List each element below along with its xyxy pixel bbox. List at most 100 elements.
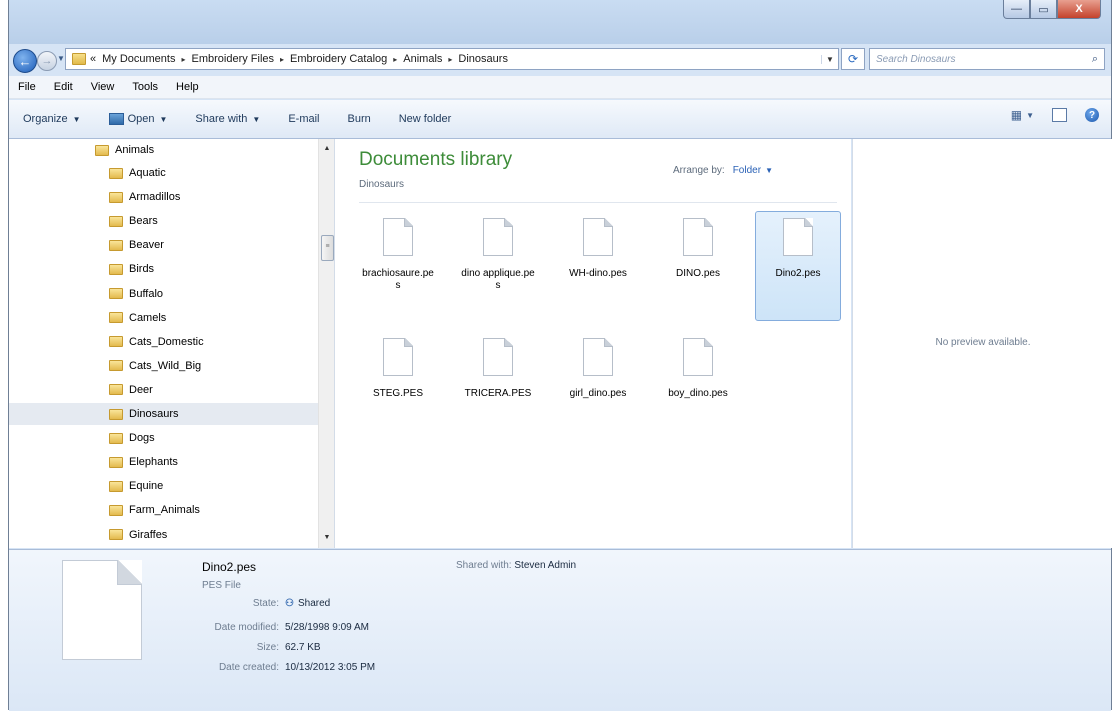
tree-item[interactable]: Giraffes [109,524,167,546]
date-modified-label: Date modified: [214,622,279,633]
breadcrumb-item[interactable]: Embroidery Files [192,53,275,65]
breadcrumb-item[interactable]: Embroidery Catalog [290,53,387,65]
tree-item[interactable]: Bears [109,210,158,232]
tree-item[interactable]: Cats_Domestic [109,331,204,353]
open-button[interactable]: Open ▼ [108,113,168,125]
scroll-down-arrow-icon[interactable]: ▼ [319,530,334,546]
shared-with-value[interactable]: Steven Admin [514,560,576,571]
chevron-down-icon[interactable]: ▼ [765,166,773,175]
tree-item[interactable]: Elephants [109,451,178,473]
tree-item-label: Buffalo [129,287,164,300]
open-icon [108,113,124,125]
date-created-label: Date created: [218,662,279,673]
tree-item-label: Deer [129,383,153,396]
new-folder-button[interactable]: New folder [399,113,452,125]
address-dropdown-button[interactable]: ▼ [821,54,838,64]
tree-item[interactable]: Buffalo [109,283,163,305]
details-created-row: Date created: 10/13/2012 3:05 PM [169,662,419,673]
file-name: STEG.PES [372,388,423,399]
file-icon [583,218,613,256]
share-with-button[interactable]: Share with ▼ [195,113,260,125]
tree-item[interactable]: Armadillos [109,186,180,208]
tree-item[interactable]: Birds [109,258,154,280]
tree-item[interactable]: Camels [109,307,166,329]
breadcrumb-item[interactable]: Animals [403,53,442,65]
date-created-value[interactable]: 10/13/2012 3:05 PM [285,662,375,673]
view-options-dropdown[interactable]: ▼ [1026,111,1034,120]
state-value: ⚇ Shared [285,598,330,609]
file-item[interactable]: DINO.pes [655,211,741,321]
file-item[interactable]: boy_dino.pes [655,331,741,441]
file-item[interactable]: WH-dino.pes [555,211,641,321]
details-file-type: PES File [202,580,241,591]
menu-tools[interactable]: Tools [123,81,167,93]
tree-item-label: Birds [129,263,155,276]
file-item[interactable]: girl_dino.pes [555,331,641,441]
folder-icon [109,336,123,348]
tree-item[interactable]: Beaver [109,234,164,256]
folder-icon [109,215,123,227]
arrange-by: Arrange by: Folder ▼ [673,165,773,176]
tree-item[interactable]: Dinosaurs [9,403,334,425]
tree-item[interactable]: Equine [109,475,163,497]
breadcrumb-separator-icon[interactable]: ▸ [181,55,185,64]
tree-item-label: Farm_Animals [129,504,200,517]
tree-item[interactable]: Farm_Animals [109,499,200,521]
folder-icon [109,263,123,275]
back-button[interactable]: ← [13,49,37,73]
menu-edit[interactable]: Edit [45,81,82,93]
file-item[interactable]: Dino2.pes [755,211,841,321]
refresh-button[interactable]: ⟳ [841,48,865,70]
arrange-by-dropdown[interactable]: Folder [733,165,761,176]
breadcrumb-separator-icon[interactable]: ▸ [393,55,397,64]
details-modified-row: Date modified: 5/28/1998 9:09 AM [169,622,419,633]
tree-item[interactable]: Dogs [109,427,155,449]
file-name: brachiosaure.pes [362,268,434,291]
email-button[interactable]: E-mail [288,113,319,125]
preview-pane-toggle-icon[interactable] [1052,108,1067,122]
file-item[interactable]: STEG.PES [355,331,441,441]
minimize-button[interactable]: — [1003,0,1030,19]
forward-button[interactable]: → [37,51,57,71]
breadcrumb-item[interactable]: My Documents [102,53,175,65]
breadcrumb-item[interactable]: Dinosaurs [458,53,508,65]
file-icon [783,218,813,256]
organize-button[interactable]: Organize ▼ [23,113,81,125]
breadcrumb-overflow[interactable]: « [90,53,96,65]
chevron-down-icon: ▼ [159,114,168,124]
file-item[interactable]: TRICERA.PES [455,331,541,441]
menu-file[interactable]: File [9,81,45,93]
navigation-scrollbar[interactable]: ▲ ≡ ▼ [318,139,334,548]
close-button[interactable]: X [1057,0,1101,19]
state-text: Shared [297,598,331,609]
maximize-button[interactable]: ▭ [1030,0,1057,19]
tree-item-label: Beaver [129,239,164,252]
scrollbar-thumb[interactable]: ≡ [321,235,334,261]
arrange-by-label: Arrange by: [673,165,725,176]
search-icon[interactable]: ⌕ [1092,53,1098,66]
breadcrumb-separator-icon[interactable]: ▸ [280,55,284,64]
change-view-icon[interactable]: ▦ [1011,108,1022,122]
date-modified-value[interactable]: 5/28/1998 9:09 AM [285,622,369,633]
menu-view[interactable]: View [82,81,124,93]
details-pane: Dino2.pes PES File State: ⚇ Shared Date m… [9,549,1111,711]
file-item[interactable]: brachiosaure.pes [355,211,441,321]
breadcrumb: « My Documents ▸ Embroidery Files ▸ Embroide… [90,53,508,65]
tree-item[interactable]: Aquatic [109,162,166,184]
breadcrumb-separator-icon[interactable]: ▸ [448,55,452,64]
burn-button[interactable]: Burn [347,113,370,125]
tree-item[interactable]: Animals [95,139,154,161]
folder-icon [109,312,123,324]
shared-with-label: Shared with: [456,560,512,571]
address-bar[interactable]: « My Documents ▸ Embroidery Files ▸ Embroide… [65,48,839,70]
menu-help[interactable]: Help [167,81,208,93]
tree-item[interactable]: Cats_Wild_Big [109,355,201,377]
search-input[interactable]: Search Dinosaurs ⌕ [869,48,1105,70]
share-with-label: Share with [195,113,248,125]
tree-item[interactable]: Deer [109,379,153,401]
file-icon [483,218,513,256]
recent-pages-dropdown[interactable]: ▼ [57,54,65,63]
help-icon[interactable]: ? [1085,108,1099,122]
file-item[interactable]: dino applique.pes [455,211,541,321]
scroll-up-arrow-icon[interactable]: ▲ [319,141,334,157]
